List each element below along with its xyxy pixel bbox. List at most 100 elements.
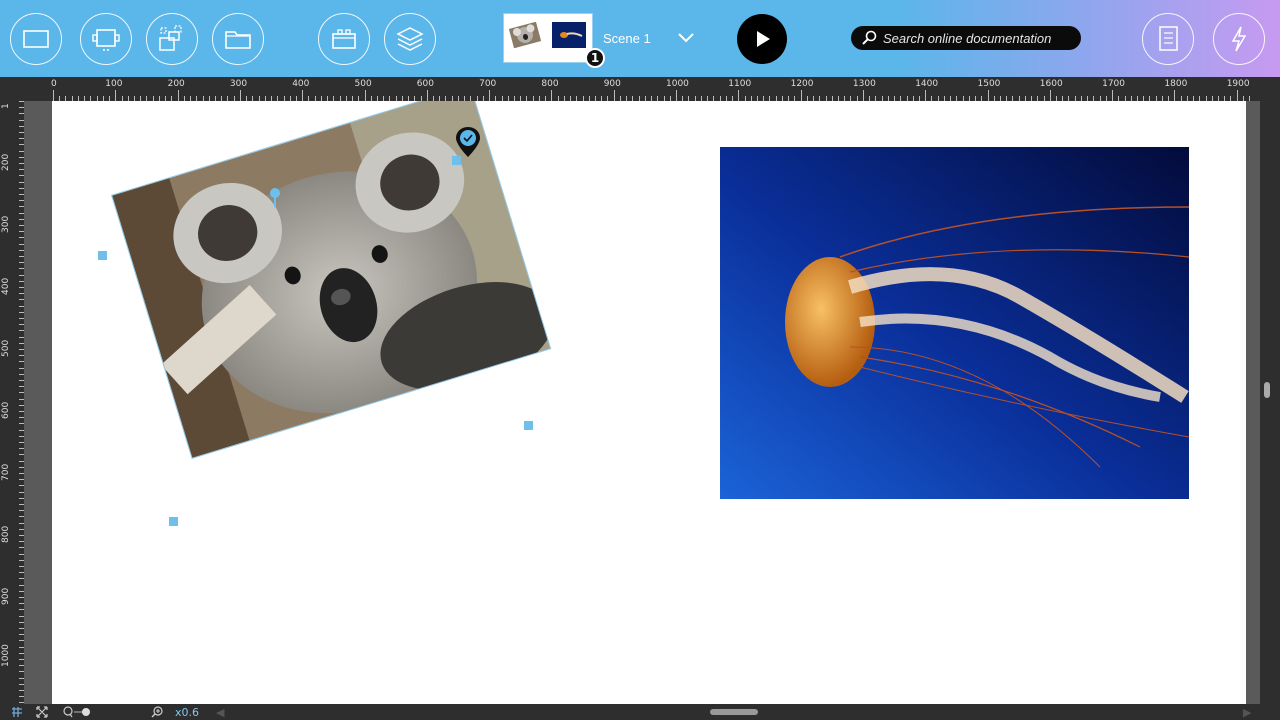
zoom-slider-icon — [63, 706, 90, 718]
main-toolbar: 1 Scene 1 — [0, 0, 1280, 77]
canvas-left-gutter — [24, 101, 52, 704]
ruler-tick — [364, 90, 366, 101]
play-button[interactable] — [737, 14, 787, 64]
add-rectangle-button[interactable] — [10, 13, 62, 65]
ruler-label: 1700 — [1102, 79, 1125, 89]
ruler-tick — [1049, 90, 1051, 101]
ruler-tick — [925, 90, 927, 101]
scene-count-badge: 1 — [585, 48, 605, 68]
ruler-tick — [987, 90, 989, 101]
vertical-scroll-thumb[interactable] — [1264, 382, 1270, 398]
component-icon — [159, 25, 182, 51]
ruler-tick — [1112, 90, 1114, 101]
lightning-icon — [1231, 26, 1247, 52]
expand-icon — [36, 706, 48, 718]
ruler-label: 800 — [541, 79, 559, 89]
horizontal-ruler: 0 100 200 300 400 500 600 700 800 900 1000 1100 1200… — [0, 77, 1280, 101]
ruler-label: 1100 — [728, 79, 752, 89]
fit-to-screen-button[interactable] — [35, 705, 49, 719]
ruler-label: 1000 — [666, 79, 689, 89]
ruler-tick — [1236, 90, 1238, 101]
ruler-label: 200 — [167, 79, 185, 89]
ruler-label: 1800 — [1164, 79, 1188, 89]
ruler-label: 1000 — [1, 644, 11, 667]
ruler-label: 1 — [1, 103, 11, 109]
ruler-label: 700 — [479, 79, 497, 89]
ruler-tick — [426, 90, 428, 101]
status-bar: x0.6 ◀ ▶ — [0, 704, 1280, 720]
ruler-tick — [177, 90, 179, 101]
jellyfish-photo — [720, 147, 1189, 499]
zoom-slider-button[interactable] — [62, 705, 92, 719]
zoom-in-button[interactable] — [150, 705, 164, 719]
ruler-tick — [115, 90, 117, 101]
koala-thumb-icon — [508, 22, 542, 48]
ruler-tick — [53, 90, 54, 101]
ruler-label: 1300 — [852, 79, 876, 89]
folder-icon — [225, 31, 251, 49]
ruler-label: 1200 — [790, 79, 814, 89]
ruler-tick — [613, 90, 615, 101]
event-pin-icon[interactable] — [454, 125, 482, 159]
jellyfish-thumb-icon — [552, 22, 586, 48]
actions-button[interactable] — [1213, 13, 1265, 65]
ruler-label: 300 — [1, 215, 11, 233]
ruler-tick — [302, 90, 304, 101]
grid-toggle-button[interactable] — [10, 705, 24, 719]
rectangle-icon — [23, 30, 49, 48]
layers-button[interactable] — [384, 13, 436, 65]
ruler-label: 0 — [51, 79, 57, 89]
ruler-tick — [676, 90, 677, 101]
scene-canvas[interactable] — [52, 101, 1246, 704]
editor-window: 1 Scene 1 0 100 200 300 400 500 600 700 800 900 10… — [0, 0, 1280, 720]
ruler-label: 1400 — [915, 79, 939, 89]
play-icon — [757, 31, 770, 47]
zoom-level-label: x0.6 — [175, 705, 200, 719]
open-folder-button[interactable] — [212, 13, 264, 65]
ruler-label: 800 — [1, 525, 11, 543]
chevron-down-icon — [678, 33, 694, 43]
ruler-label: 400 — [292, 79, 310, 89]
horizontal-scroll-thumb[interactable] — [710, 709, 758, 715]
add-device-button[interactable] — [80, 13, 132, 65]
resize-handle-top-left[interactable] — [98, 251, 107, 260]
checklist-button[interactable] — [1142, 13, 1194, 65]
vertical-scrollbar[interactable] — [1260, 77, 1280, 704]
rotate-handle-stem — [274, 197, 276, 207]
ruler-label: 900 — [603, 79, 621, 89]
grid-icon — [12, 707, 22, 717]
scene-dropdown-button[interactable] — [674, 26, 698, 50]
assets-button[interactable] — [318, 13, 370, 65]
ruler-tick — [800, 90, 802, 101]
resize-handle-bottom-left[interactable] — [169, 517, 178, 526]
ruler-label: 900 — [1, 587, 11, 605]
checklist-icon — [1159, 26, 1178, 51]
koala-image[interactable] — [111, 101, 552, 459]
scroll-right-arrow[interactable]: ▶ — [1243, 705, 1251, 719]
layers-icon — [396, 27, 424, 51]
ruler-label: 1900 — [1226, 79, 1250, 89]
ruler-label: 1600 — [1039, 79, 1063, 89]
ruler-label: 600 — [416, 79, 434, 89]
jellyfish-image[interactable] — [720, 147, 1189, 499]
search-icon — [862, 30, 877, 45]
scene-thumbnail[interactable] — [503, 13, 593, 63]
ruler-tick — [862, 90, 864, 101]
ruler-label: 400 — [1, 277, 11, 295]
scroll-left-arrow[interactable]: ◀ — [216, 705, 224, 719]
add-component-button[interactable] — [146, 13, 198, 65]
ruler-label: 1500 — [977, 79, 1001, 89]
ruler-label: 600 — [1, 401, 11, 419]
box-icon — [332, 29, 356, 49]
scene-name-label[interactable]: Scene 1 — [603, 31, 651, 46]
search-input[interactable] — [883, 30, 1073, 46]
ruler-tick — [1174, 90, 1176, 101]
resize-handle-bottom-right[interactable] — [524, 421, 533, 430]
canvas-right-gutter — [1246, 101, 1260, 704]
ruler-label: 700 — [1, 463, 11, 481]
ruler-label: 500 — [354, 79, 372, 89]
ruler-tick — [239, 90, 241, 101]
ruler-label: 100 — [105, 79, 123, 89]
ruler-tick — [738, 90, 740, 101]
ruler-label: 500 — [1, 339, 11, 357]
